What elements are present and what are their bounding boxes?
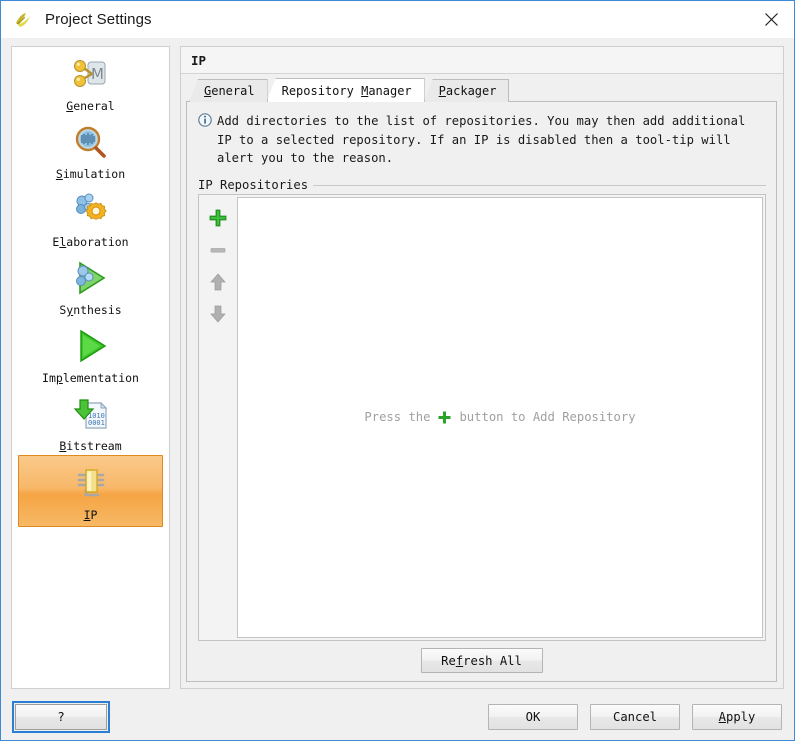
sidebar-item-label: Implementation [42, 371, 139, 385]
ok-label: OK [525, 709, 541, 724]
cancel-label: Cancel [612, 709, 658, 724]
tab-label: Packager [438, 84, 497, 98]
sidebar-item-implementation[interactable]: Implementation [18, 319, 163, 387]
group-title-rule [313, 185, 766, 186]
info-text: Add directories to the list of repositor… [217, 114, 746, 165]
plus-icon [437, 410, 452, 425]
move-down-button[interactable] [203, 299, 233, 329]
apply-label: Apply [718, 709, 756, 724]
empty-message-prefix: Press the [364, 410, 431, 425]
close-icon[interactable] [748, 1, 794, 37]
vivado-logo-icon [13, 9, 35, 31]
info-icon [198, 113, 212, 127]
remove-repository-button[interactable] [203, 235, 233, 265]
page-title: IP [191, 52, 207, 68]
elaboration-icon [69, 189, 113, 233]
footer-button-group: OK Cancel Apply [488, 703, 782, 730]
tab-bar: General Repository Manager Packager [181, 78, 783, 102]
refresh-all-label: Refresh All [441, 653, 522, 668]
tab-general[interactable]: General [189, 79, 268, 102]
project-settings-dialog: Project Settings M General Simulation El… [0, 0, 795, 741]
sidebar-item-simulation[interactable]: Simulation [18, 115, 163, 183]
sidebar-item-label: IP [83, 508, 98, 522]
bitstream-icon: 1010 0001 [69, 393, 113, 437]
window-title: Project Settings [45, 11, 152, 28]
sidebar-item-label: Bitstream [59, 439, 122, 453]
dialog-body: M General Simulation Elaboration Synthes… [1, 38, 794, 693]
empty-state-message: Press the button to Add Repository [364, 410, 635, 425]
sidebar-item-label: Elaboration [52, 235, 129, 249]
ip-repositories-group: IP Repositories Press the button to Add … [198, 177, 766, 641]
repository-manager-panel: Add directories to the list of repositor… [186, 102, 777, 682]
panel-header: IP [181, 47, 783, 74]
sidebar-item-ip[interactable]: IP [18, 455, 163, 527]
refresh-all-button[interactable]: Refresh All [420, 648, 543, 673]
help-label: ? [57, 709, 65, 724]
svg-text:0001: 0001 [88, 419, 105, 427]
cancel-button[interactable]: Cancel [590, 703, 680, 730]
sidebar-item-label: General [66, 99, 115, 113]
sidebar-item-general[interactable]: M General [18, 47, 163, 115]
settings-content-panel: IP General Repository Manager Packager A… [180, 46, 784, 689]
settings-category-sidebar[interactable]: M General Simulation Elaboration Synthes… [11, 46, 170, 689]
ok-button[interactable]: OK [488, 703, 578, 730]
simulation-icon [69, 121, 113, 165]
sidebar-item-label: Synthesis [59, 303, 122, 317]
dialog-footer: ? OK Cancel Apply [1, 693, 794, 740]
apply-button[interactable]: Apply [692, 703, 782, 730]
repository-toolbar [199, 194, 237, 640]
general-icon: M [69, 53, 113, 97]
repository-list[interactable]: Press the button to Add Repository [237, 196, 763, 638]
info-banner: Add directories to the list of repositor… [198, 112, 768, 168]
group-title: IP Repositories [198, 177, 314, 192]
title-bar: Project Settings [1, 1, 794, 38]
sidebar-item-label: Simulation [55, 167, 126, 181]
help-button[interactable]: ? [12, 700, 110, 733]
add-repository-button[interactable] [203, 203, 233, 233]
tab-repository-manager[interactable]: Repository Manager [266, 78, 425, 102]
synthesis-icon [69, 257, 113, 301]
tab-label: General [204, 84, 255, 98]
ip-icon [69, 462, 113, 506]
move-up-button[interactable] [203, 267, 233, 297]
svg-text:M: M [91, 65, 104, 83]
sidebar-item-bitstream[interactable]: 1010 0001 Bitstream [18, 387, 163, 455]
sidebar-item-elaboration[interactable]: Elaboration [18, 183, 163, 251]
tab-label: Repository Manager [281, 83, 412, 98]
implementation-icon [69, 325, 113, 369]
repositories-container: Press the button to Add Repository [198, 193, 766, 641]
empty-message-suffix: button to Add Repository [459, 410, 636, 425]
tab-packager[interactable]: Packager [423, 79, 510, 102]
refresh-row: Refresh All [195, 641, 768, 675]
sidebar-item-synthesis[interactable]: Synthesis [18, 251, 163, 319]
